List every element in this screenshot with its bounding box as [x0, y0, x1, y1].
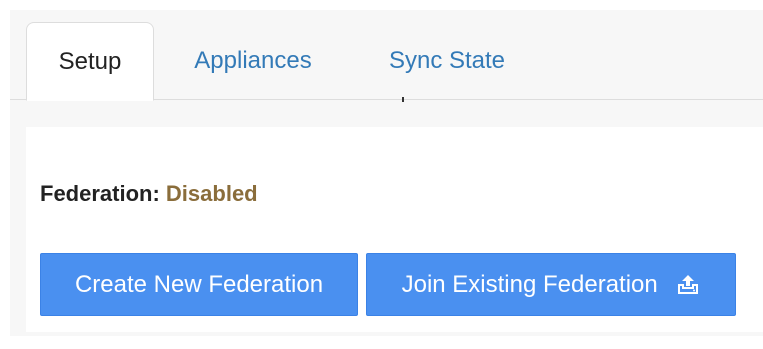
create-new-federation-label: Create New Federation: [74, 271, 324, 298]
tab-bar: Setup Appliances Sync State: [10, 10, 763, 101]
federation-status-label: Federation:: [40, 181, 160, 206]
join-existing-federation-label: Join Existing Federation: [401, 271, 658, 298]
federation-status-value: Disabled: [165, 181, 258, 206]
federation-setup-panel: Federation: Disabled Create New Federati…: [26, 127, 763, 332]
upload-icon: [676, 257, 700, 294]
join-existing-federation-button[interactable]: Join Existing Federation: [366, 253, 736, 316]
tab-appliances[interactable]: Appliances: [178, 22, 328, 100]
tab-sync-state[interactable]: Sync State: [372, 22, 522, 100]
federation-status-line: Federation: Disabled: [40, 179, 258, 209]
small-separator-mark: [402, 97, 404, 102]
create-new-federation-button[interactable]: Create New Federation: [40, 253, 358, 316]
tab-setup[interactable]: Setup: [26, 22, 154, 101]
